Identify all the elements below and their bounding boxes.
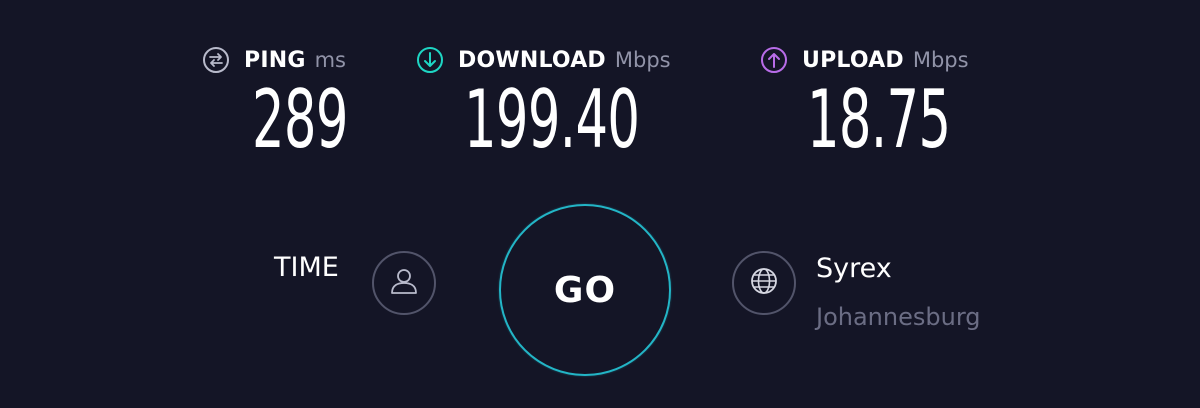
- upload-arrow-icon: [760, 46, 788, 74]
- globe-icon: [747, 264, 781, 302]
- server-location: Johannesburg: [816, 303, 981, 331]
- download-unit: Mbps: [614, 48, 671, 72]
- go-button[interactable]: GO: [499, 204, 671, 376]
- server-name[interactable]: Syrex: [816, 253, 892, 284]
- download-header: DOWNLOAD Mbps: [416, 46, 671, 74]
- time-label: TIME: [274, 252, 339, 283]
- upload-header: UPLOAD Mbps: [760, 46, 969, 74]
- ping-header: PING ms: [202, 46, 346, 74]
- go-label: GO: [553, 269, 617, 311]
- user-button[interactable]: [372, 251, 436, 315]
- server-button[interactable]: [732, 251, 796, 315]
- ping-icon: [202, 46, 230, 74]
- ping-title: PING: [244, 47, 306, 73]
- upload-title: UPLOAD: [802, 47, 904, 73]
- download-value: 199.40: [464, 73, 640, 166]
- ping-value: 289: [252, 73, 348, 166]
- download-title: DOWNLOAD: [458, 47, 606, 73]
- user-icon: [387, 264, 421, 302]
- upload-value: 18.75: [807, 73, 951, 166]
- upload-unit: Mbps: [912, 48, 969, 72]
- download-arrow-icon: [416, 46, 444, 74]
- ping-unit: ms: [314, 48, 346, 72]
